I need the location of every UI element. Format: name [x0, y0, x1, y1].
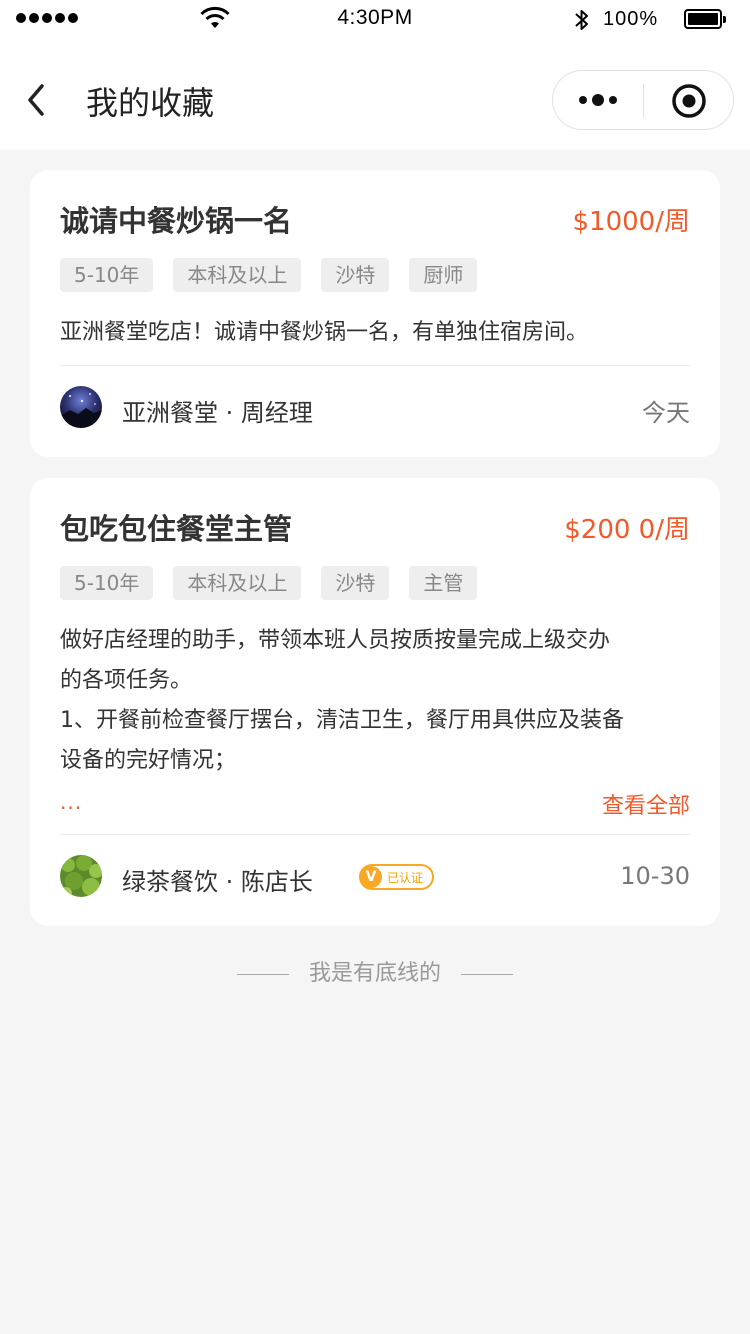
mini-program-capsule: [552, 70, 734, 130]
nav-bar: 我的收藏: [0, 40, 750, 150]
job-description: 做好店经理的助手，带领本班人员按质按量完成上级交办 的各项任务。 1、开餐前检查…: [60, 621, 692, 781]
description-line: 做好店经理的助手，带领本班人员按质按量完成上级交办: [60, 628, 611, 653]
description-line: 的各项任务。: [60, 668, 193, 693]
bluetooth-icon: [575, 10, 588, 30]
job-title: 包吃包住餐堂主管: [60, 512, 293, 546]
capsule-divider: [643, 84, 644, 118]
view-all-link[interactable]: 查看全部: [602, 788, 690, 820]
job-salary: $200 0/周: [564, 515, 690, 545]
verified-icon: V: [360, 866, 382, 888]
target-icon[interactable]: [671, 83, 707, 119]
tag-experience: 5-10年: [60, 566, 154, 600]
job-title: 诚请中餐炒锅一名: [60, 204, 293, 238]
tag-experience: 5-10年: [60, 258, 154, 292]
job-card[interactable]: 包吃包住餐堂主管 $200 0/周 5-10年 本科及以上 沙特 主管 做好店经…: [30, 478, 720, 926]
footer-dash: [461, 973, 513, 975]
tag-position: 主管: [409, 566, 478, 600]
tag-location: 沙特: [321, 566, 390, 600]
status-bar: 4:30PM 100%: [0, 0, 750, 40]
divider: [60, 365, 690, 366]
post-date: 今天: [642, 399, 690, 427]
job-tags: 5-10年 本科及以上 沙特 主管: [60, 566, 478, 600]
job-tags: 5-10年 本科及以上 沙特 厨师: [60, 258, 478, 292]
list-end-footer: 我是有底线的: [0, 955, 750, 987]
job-salary: $1000/周: [572, 207, 690, 237]
verified-label: 已认证: [387, 870, 424, 885]
tag-position: 厨师: [409, 258, 478, 292]
footer-dash: [236, 973, 289, 975]
description-line: 设备的完好情况；: [60, 748, 237, 773]
back-icon[interactable]: [22, 82, 52, 118]
avatar: [60, 855, 102, 897]
post-date: 10-30: [620, 862, 690, 890]
tag-location: 沙特: [321, 258, 390, 292]
description-line: 1、开餐前检查餐厅摆台，清洁卫生，餐厅用具供应及装备: [60, 708, 624, 733]
battery-icon: [684, 9, 726, 29]
footer-text: 我是有底线的: [308, 961, 441, 986]
more-icon[interactable]: [577, 89, 621, 111]
divider: [60, 834, 690, 835]
description-ellipsis: ...: [60, 790, 83, 814]
poster-name: 绿茶餐饮 · 陈店长: [122, 868, 313, 896]
battery-percent: 100%: [603, 8, 659, 30]
page-title: 我的收藏: [86, 84, 215, 122]
verified-badge: V 已认证: [359, 864, 434, 890]
job-description: 亚洲餐堂吃店！诚请中餐炒锅一名，有单独住宿房间。: [60, 320, 589, 345]
avatar: [60, 386, 102, 428]
job-card[interactable]: 诚请中餐炒锅一名 $1000/周 5-10年 本科及以上 沙特 厨师 亚洲餐堂吃…: [30, 170, 720, 457]
poster-name: 亚洲餐堂 · 周经理: [122, 399, 313, 427]
tag-education: 本科及以上: [173, 258, 302, 292]
tag-education: 本科及以上: [173, 566, 302, 600]
